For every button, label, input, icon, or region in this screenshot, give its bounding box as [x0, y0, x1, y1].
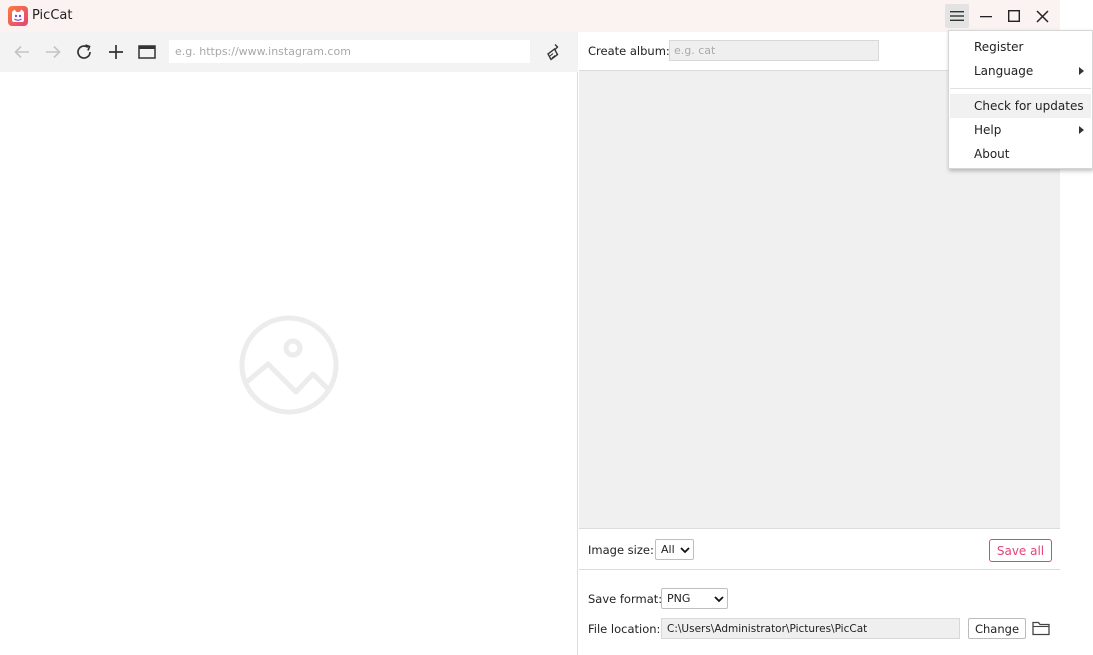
chevron-down-icon	[714, 595, 724, 602]
change-location-button[interactable]: Change	[968, 618, 1026, 639]
minimize-button[interactable]	[974, 4, 998, 28]
menu-separator	[950, 88, 1091, 89]
main-menu-button[interactable]	[945, 4, 969, 28]
save-settings: Save format: PNG File location: C:\Users…	[579, 570, 1060, 655]
hamburger-icon	[950, 11, 964, 21]
open-folder-button[interactable]	[1031, 618, 1051, 638]
save-all-button[interactable]: Save all	[989, 539, 1052, 562]
file-location-field[interactable]: C:\Users\Administrator\Pictures\PicCat	[661, 618, 960, 639]
maximize-icon	[1008, 10, 1020, 22]
url-input[interactable]	[169, 40, 530, 63]
image-size-bar: Image size: All Save all	[579, 528, 1060, 570]
app-title: PicCat	[32, 8, 73, 23]
window-button[interactable]	[135, 40, 159, 64]
menu-item-label: Language	[974, 64, 1034, 78]
close-button[interactable]	[1030, 4, 1054, 28]
back-button[interactable]	[10, 40, 34, 64]
save-format-select[interactable]: PNG	[661, 588, 728, 609]
menu-item-label: Register	[974, 40, 1024, 54]
arrow-right-icon	[46, 45, 61, 59]
submenu-arrow-icon	[1079, 67, 1084, 75]
reload-icon	[77, 44, 91, 59]
menu-item-label: About	[974, 147, 1010, 161]
close-icon	[1035, 9, 1049, 23]
browser-pane	[0, 32, 578, 655]
plus-icon	[109, 45, 123, 59]
image-size-value: All	[661, 543, 675, 556]
menu-item-language[interactable]: Language	[950, 59, 1091, 83]
create-album-label: Create album:	[588, 44, 670, 58]
image-size-label: Image size:	[588, 543, 654, 557]
save-format-value: PNG	[667, 592, 691, 605]
menu-item-check-updates[interactable]: Check for updates	[950, 94, 1091, 118]
menu-item-label: Check for updates	[974, 99, 1084, 113]
menu-item-register[interactable]: Register	[950, 35, 1091, 59]
piccat-logo-icon	[8, 6, 28, 26]
image-size-select[interactable]: All	[655, 539, 694, 560]
reload-button[interactable]	[72, 40, 96, 64]
menu-item-about[interactable]: About	[950, 142, 1091, 166]
arrow-left-icon	[14, 45, 29, 59]
save-format-label: Save format:	[588, 592, 663, 606]
album-name-input[interactable]	[669, 40, 879, 61]
submenu-arrow-icon	[1079, 126, 1084, 134]
new-tab-button[interactable]	[104, 40, 128, 64]
forward-button[interactable]	[41, 40, 65, 64]
image-placeholder-icon	[239, 315, 339, 415]
chevron-down-icon	[680, 546, 690, 553]
clear-button[interactable]	[541, 40, 565, 64]
title-bar: PicCat	[0, 0, 1060, 32]
main-menu-popup: Register Language Check for updates Help…	[948, 30, 1093, 169]
maximize-button[interactable]	[1002, 4, 1026, 28]
window-icon	[138, 45, 156, 59]
menu-item-help[interactable]: Help	[950, 118, 1091, 142]
browser-toolbar	[0, 32, 578, 72]
app-window: PicCat e.g. https://www.instagram.com Cr…	[0, 0, 1060, 655]
menu-item-label: Help	[974, 123, 1002, 137]
minimize-icon	[980, 16, 992, 18]
folder-icon	[1032, 621, 1050, 636]
file-location-label: File location:	[588, 622, 661, 636]
broom-icon	[547, 44, 559, 61]
